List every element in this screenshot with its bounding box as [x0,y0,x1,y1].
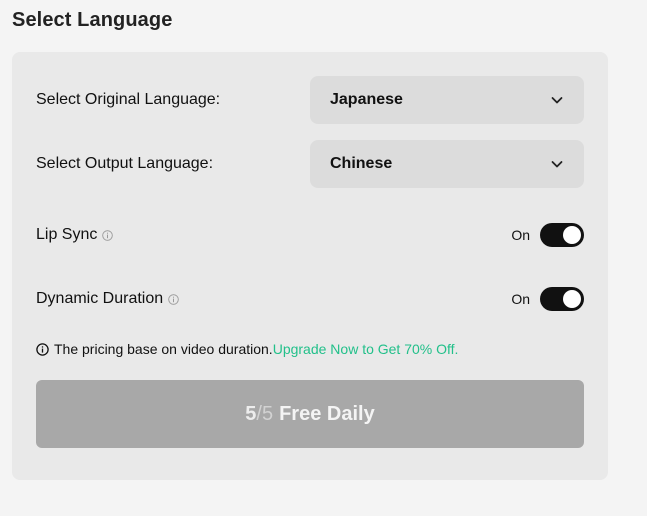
chevron-down-icon [550,93,564,107]
dynamic-duration-toggle[interactable] [540,287,584,311]
dynamic-duration-state: On [511,291,530,307]
output-language-row: Select Output Language: Chinese [36,140,584,188]
lip-sync-state: On [511,227,530,243]
original-language-value: Japanese [330,91,403,108]
dynamic-duration-toggle-group: On [511,287,584,311]
pricing-notice: The pricing base on video duration. Upgra… [36,341,458,357]
info-circle-icon [36,342,49,356]
toggle-knob [563,290,581,308]
info-icon[interactable] [168,293,179,305]
free-used-count: 5 [245,402,257,425]
output-language-value: Chinese [330,155,393,172]
output-language-select[interactable]: Chinese [310,140,584,188]
output-language-label: Select Output Language: [36,155,214,172]
original-language-select[interactable]: Japanese [310,76,584,124]
free-daily-button[interactable]: 5/5 Free Daily [36,380,584,448]
dynamic-duration-label-group: Dynamic Duration [36,290,179,308]
lip-sync-toggle[interactable] [540,223,584,247]
lip-sync-row: Lip Sync On [36,223,584,247]
dynamic-duration-row: Dynamic Duration On [36,287,584,311]
original-language-row: Select Original Language: Japanese [36,76,584,124]
original-language-label: Select Original Language: [36,91,221,108]
lip-sync-toggle-group: On [511,223,584,247]
chevron-down-icon [550,157,564,171]
toggle-knob [563,226,581,244]
pricing-notice-text: The pricing base on video duration. [54,341,273,357]
info-icon[interactable] [102,229,114,241]
lip-sync-label-group: Lip Sync [36,226,114,244]
lip-sync-label: Lip Sync [36,226,98,243]
free-total-count: 5 [261,402,274,425]
free-daily-label: Free Daily [279,402,375,425]
upgrade-link[interactable]: Upgrade Now to Get 70% Off. [273,341,459,357]
page: Select Language Select Original Language… [0,0,647,516]
dynamic-duration-label: Dynamic Duration [36,290,164,307]
language-settings-card: Select Original Language: Japanese Selec… [12,52,608,480]
section-title: Select Language [12,9,173,31]
